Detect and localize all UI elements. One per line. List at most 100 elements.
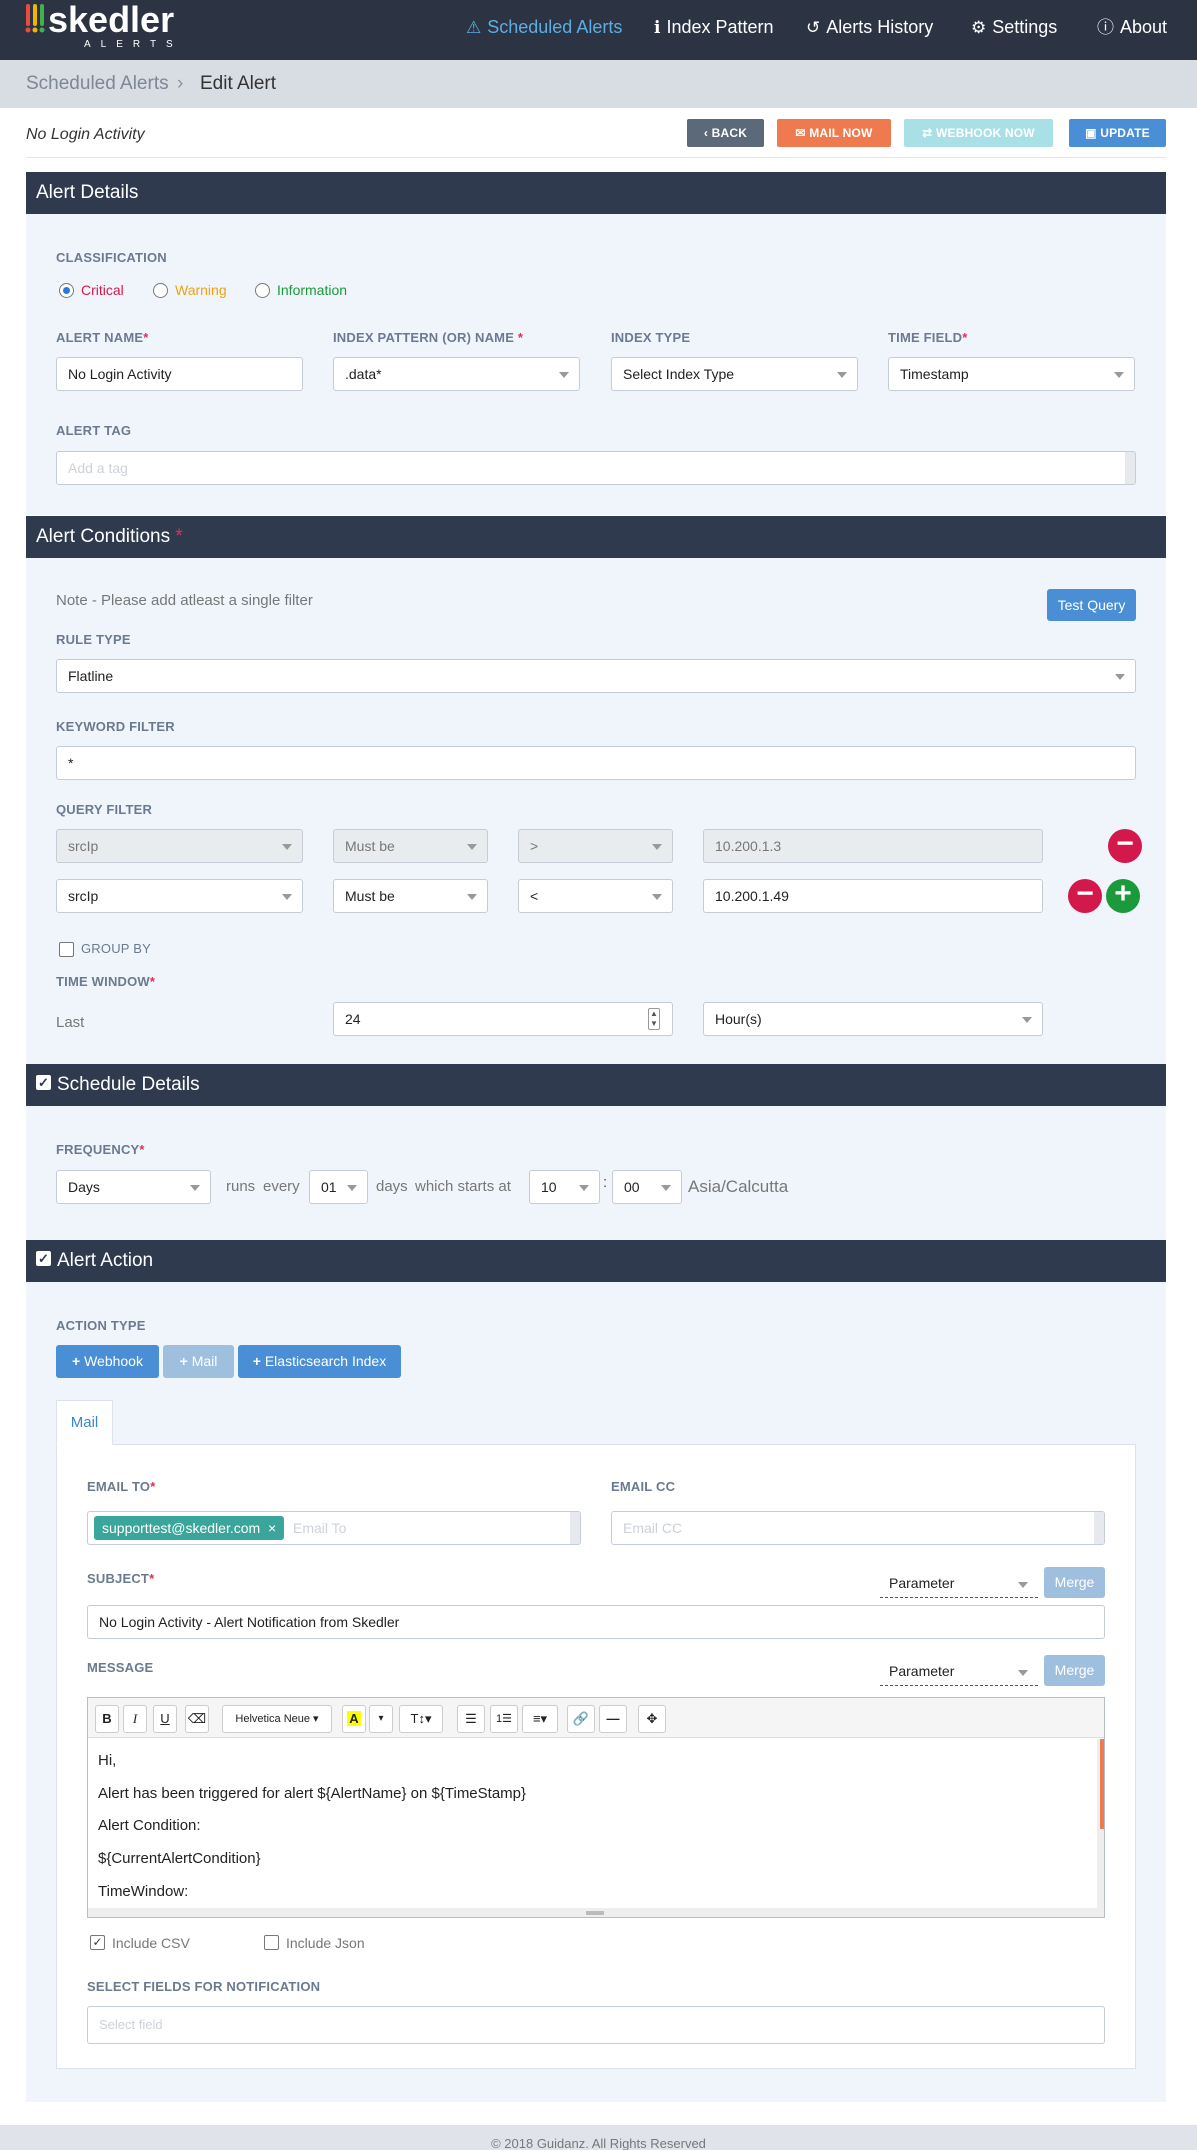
nav-index-pattern[interactable]: i Index Pattern — [654, 0, 774, 55]
nav-scheduled-alerts[interactable]: ⚠ Scheduled Alerts — [466, 0, 622, 55]
remove-tag-icon[interactable]: × — [268, 1520, 276, 1536]
required-mark: * — [175, 526, 183, 547]
filter-operator-select[interactable]: > — [518, 829, 673, 863]
label-text: INDEX PATTERN (OR) NAME — [333, 330, 515, 345]
information-radio[interactable] — [255, 283, 270, 298]
test-query-button[interactable]: Test Query — [1047, 589, 1136, 621]
add-webhook-button[interactable]: + Webhook — [56, 1345, 159, 1378]
add-filter-button[interactable]: + — [1106, 879, 1140, 913]
filter-condition-select[interactable]: Must be — [333, 829, 488, 863]
spinner-icon[interactable]: ▲ ▼ — [648, 1008, 660, 1030]
mail-now-button[interactable]: ✉ MAIL NOW — [777, 119, 891, 147]
message-merge-button[interactable]: Merge — [1044, 1655, 1105, 1686]
alert-name-input[interactable]: No Login Activity — [56, 357, 303, 391]
nav-settings[interactable]: ⚙ Settings — [971, 0, 1057, 55]
every-select[interactable]: 01 — [309, 1170, 368, 1204]
index-pattern-select[interactable]: .data* — [333, 357, 580, 391]
font-size-icon[interactable]: T↕▾ — [399, 1705, 443, 1733]
editor-scrollbar-thumb[interactable] — [1100, 1739, 1104, 1829]
message-line[interactable]: TimeWindow: — [98, 1883, 188, 1900]
link-icon[interactable]: 🔗 — [567, 1705, 595, 1733]
bold-icon[interactable]: B — [95, 1705, 119, 1733]
add-mail-button[interactable]: + Mail — [163, 1345, 234, 1378]
color-dropdown-icon[interactable]: ▾ — [369, 1705, 393, 1733]
alert-tag-input[interactable]: Add a tag — [56, 451, 1136, 485]
last-label: Last — [56, 1014, 85, 1031]
critical-radio[interactable] — [59, 283, 74, 298]
warning-label: Warning — [175, 282, 227, 298]
nav-label: About — [1120, 17, 1168, 37]
italic-icon[interactable]: I — [123, 1705, 147, 1733]
subject-input[interactable]: No Login Activity - Alert Notification f… — [87, 1605, 1105, 1639]
remove-filter-button[interactable]: − — [1068, 879, 1102, 913]
filter-condition-select[interactable]: Must be — [333, 879, 488, 913]
button-label: Webhook — [84, 1353, 143, 1369]
filter-field-select[interactable]: srcIp — [56, 879, 303, 913]
email-to-label: EMAIL TO* — [87, 1479, 156, 1494]
filter-value-input[interactable]: 10.200.1.3 — [703, 829, 1043, 863]
include-json-checkbox[interactable] — [264, 1935, 279, 1950]
frequency-select[interactable]: Days — [56, 1170, 211, 1204]
alert-action-checkbox[interactable]: ✓ — [36, 1251, 51, 1267]
select-value: srcIp — [68, 838, 99, 854]
add-elasticsearch-index-button[interactable]: + Elasticsearch Index — [238, 1345, 401, 1378]
tab-mail[interactable]: Mail — [56, 1400, 113, 1445]
skedler-logo[interactable]: skedler ALERTS — [24, 0, 209, 50]
time-window-label: TIME WINDOW* — [56, 974, 156, 989]
nav-alerts-history[interactable]: ↺ Alerts History — [806, 0, 933, 55]
message-line[interactable]: Hi, — [98, 1752, 116, 1769]
message-line[interactable]: Alert Condition: — [98, 1817, 201, 1834]
warning-radio[interactable] — [153, 283, 168, 298]
keyword-filter-input[interactable]: * — [56, 746, 1136, 780]
select-value: 01 — [321, 1179, 337, 1195]
index-type-select[interactable]: Select Index Type — [611, 357, 858, 391]
select-fields-input[interactable]: Select field — [87, 2006, 1105, 2044]
minute-select[interactable]: 00 — [612, 1170, 682, 1204]
email-cc-input[interactable]: Email CC — [611, 1511, 1105, 1545]
filter-value-input[interactable]: 10.200.1.49 — [703, 879, 1043, 913]
scrollbar — [570, 1512, 580, 1544]
schedule-details-header: ✓ Schedule Details — [26, 1064, 1166, 1106]
group-by-checkbox[interactable] — [59, 942, 74, 957]
message-parameter-select[interactable]: Parameter — [880, 1656, 1038, 1686]
time-field-select[interactable]: Timestamp — [888, 357, 1135, 391]
subject-merge-button[interactable]: Merge — [1044, 1567, 1105, 1598]
info-icon: i — [654, 18, 661, 38]
horizontal-rule-icon[interactable]: ― — [599, 1705, 627, 1733]
time-window-input[interactable]: 24 ▲ ▼ — [333, 1002, 673, 1036]
caret-down-icon — [661, 1185, 671, 1191]
include-csv-checkbox[interactable]: ✓ — [90, 1935, 105, 1950]
back-button[interactable]: ‹ BACK — [687, 119, 764, 147]
rule-type-select[interactable]: Flatline — [56, 659, 1136, 693]
eraser-icon[interactable]: ⌫ — [185, 1705, 209, 1733]
email-cc-label: EMAIL CC — [611, 1479, 676, 1494]
subject-parameter-select[interactable]: Parameter — [880, 1568, 1038, 1598]
include-csv-label: Include CSV — [112, 1935, 190, 1951]
font-family-select[interactable]: Helvetica Neue ▾ — [222, 1705, 332, 1733]
section-title: Alert Conditions — [36, 526, 171, 547]
align-icon[interactable]: ≡▾ — [522, 1705, 558, 1733]
remove-filter-button[interactable]: − — [1108, 829, 1142, 863]
index-type-label: INDEX TYPE — [611, 330, 691, 345]
message-line[interactable]: ${CurrentAlertCondition} — [98, 1850, 261, 1867]
nav-about[interactable]: ⓘ About — [1097, 0, 1167, 55]
hour-select[interactable]: 10 — [529, 1170, 600, 1204]
schedule-checkbox[interactable]: ✓ — [36, 1075, 51, 1091]
underline-icon[interactable]: U — [153, 1705, 177, 1733]
ordered-list-icon[interactable]: 1☰ — [490, 1705, 518, 1733]
text-color-icon[interactable]: A — [342, 1705, 366, 1733]
webhook-now-button[interactable]: ⇄ WEBHOOK NOW — [904, 119, 1053, 147]
chevron-right-icon: › — [177, 73, 184, 94]
unordered-list-icon[interactable]: ☰ — [457, 1705, 485, 1733]
email-to-input[interactable]: supporttest@skedler.com × Email To — [87, 1511, 581, 1545]
button-label: Mail — [191, 1353, 218, 1369]
update-button[interactable]: ▣ UPDATE — [1069, 119, 1166, 147]
filter-field-select[interactable]: srcIp — [56, 829, 303, 863]
time-window-unit-select[interactable]: Hour(s) — [703, 1002, 1043, 1036]
breadcrumb-parent[interactable]: Scheduled Alerts — [26, 73, 169, 95]
fullscreen-icon[interactable]: ✥ — [638, 1705, 666, 1733]
filter-operator-select[interactable]: < — [518, 879, 673, 913]
plus-icon: + — [1114, 877, 1132, 910]
caret-down-icon — [1115, 674, 1125, 680]
message-line[interactable]: Alert has been triggered for alert ${Ale… — [98, 1785, 526, 1802]
